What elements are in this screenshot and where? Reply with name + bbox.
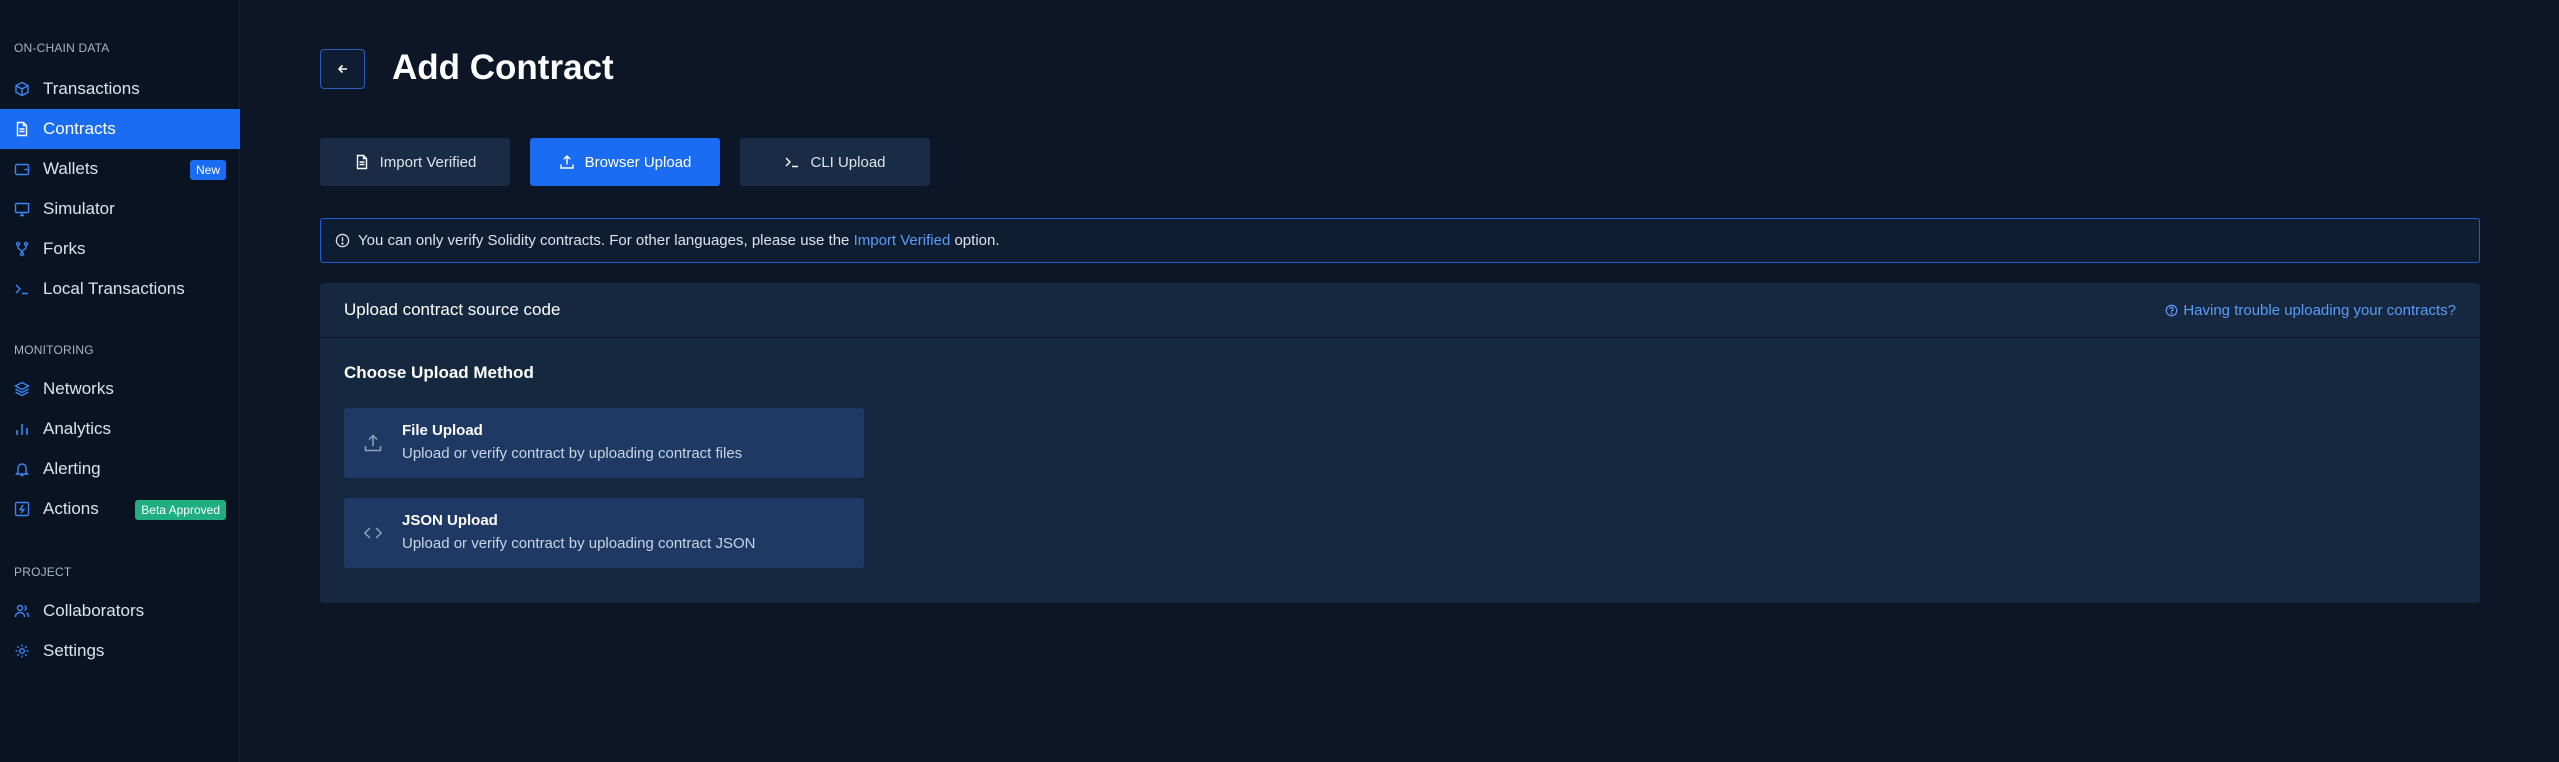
sidebar-item-label: Analytics [43, 419, 112, 438]
tab-browser-upload[interactable]: Browser Upload [530, 138, 720, 186]
question-circle-icon [2165, 304, 2178, 317]
layers-icon [14, 381, 30, 397]
sidebar-item-collaborators[interactable]: Collaborators [0, 591, 240, 631]
back-button[interactable] [320, 49, 365, 89]
sidebar-item-label: Settings [43, 641, 105, 660]
beta-approved-badge: Beta Approved [135, 500, 226, 520]
help-link[interactable]: Having trouble uploading your contracts? [2165, 302, 2456, 319]
cube-icon [14, 81, 30, 97]
sidebar-item-wallets[interactable]: Wallets New [0, 149, 240, 189]
sidebar-item-simulator[interactable]: Simulator [0, 189, 240, 229]
sidebar-item-alerting[interactable]: Alerting [0, 449, 240, 489]
tab-label: Import Verified [379, 153, 477, 171]
card-header: Upload contract source code Having troub… [320, 283, 2480, 338]
new-badge: New [189, 160, 226, 180]
sidebar-item-label: Actions [43, 499, 99, 518]
sidebar-item-forks[interactable]: Forks [0, 229, 240, 269]
code-icon [362, 522, 384, 544]
upload-icon [362, 432, 384, 454]
terminal-icon [14, 281, 30, 297]
section-title-on-chain-data: ON-CHAIN DATA [14, 41, 110, 55]
bar-chart-icon [14, 421, 30, 437]
method-description: Upload or verify contract by uploading c… [402, 445, 743, 462]
sidebar-item-local-transactions[interactable]: Local Transactions [0, 269, 240, 309]
sidebar-item-networks[interactable]: Networks [0, 369, 240, 409]
sidebar-item-label: Simulator [43, 199, 115, 218]
sidebar-item-label: Wallets [43, 159, 99, 178]
info-text: You can only verify Solidity contracts. … [358, 232, 850, 249]
bell-icon [14, 461, 30, 477]
fork-icon [14, 241, 30, 257]
gear-icon [14, 643, 30, 659]
sidebar-item-label: Collaborators [43, 601, 145, 620]
sidebar-item-label: Local Transactions [43, 279, 185, 298]
document-icon [14, 121, 30, 137]
info-circle-icon [335, 233, 350, 248]
users-icon [14, 603, 30, 619]
tab-label: CLI Upload [810, 153, 886, 171]
sidebar-item-settings[interactable]: Settings [0, 631, 240, 671]
tab-label: Browser Upload [584, 153, 692, 171]
sidebar: ON-CHAIN DATA Transactions Contracts Wal… [0, 0, 240, 762]
json-upload-option[interactable]: JSON Upload Upload or verify contract by… [344, 498, 864, 568]
terminal-icon [784, 154, 800, 170]
import-verified-link[interactable]: Import Verified [854, 232, 951, 249]
wallet-icon [14, 161, 30, 177]
info-text-end: option. [954, 232, 1000, 249]
sidebar-item-label: Contracts [43, 119, 116, 138]
bolt-icon [14, 501, 30, 517]
sidebar-item-analytics[interactable]: Analytics [0, 409, 240, 449]
file-upload-option[interactable]: File Upload Upload or verify contract by… [344, 408, 864, 478]
sidebar-item-label: Forks [43, 239, 86, 258]
section-title-monitoring: MONITORING [14, 343, 94, 357]
card-title: Upload contract source code [344, 300, 561, 319]
info-banner: You can only verify Solidity contracts. … [320, 218, 2480, 263]
help-link-label: Having trouble uploading your contracts? [2183, 302, 2456, 319]
section-title-project: PROJECT [14, 565, 72, 579]
method-description: Upload or verify contract by uploading c… [402, 535, 756, 552]
tab-cli-upload[interactable]: CLI Upload [740, 138, 930, 186]
sidebar-item-label: Networks [43, 379, 114, 398]
method-name: JSON Upload [402, 512, 498, 529]
sidebar-item-label: Transactions [43, 79, 140, 98]
document-icon [354, 154, 370, 170]
sidebar-item-label: Alerting [43, 459, 101, 478]
arrow-left-icon [336, 62, 350, 76]
monitor-icon [14, 201, 30, 217]
sidebar-item-actions[interactable]: Actions Beta Approved [0, 489, 240, 529]
tab-import-verified[interactable]: Import Verified [320, 138, 510, 186]
upload-icon [559, 154, 575, 170]
page-title: Add Contract [392, 48, 614, 87]
method-title: Choose Upload Method [344, 363, 534, 382]
sidebar-item-contracts[interactable]: Contracts [0, 109, 240, 149]
method-name: File Upload [402, 422, 483, 439]
upload-card: Upload contract source code Having troub… [320, 283, 2480, 603]
sidebar-item-transactions[interactable]: Transactions [0, 69, 240, 109]
